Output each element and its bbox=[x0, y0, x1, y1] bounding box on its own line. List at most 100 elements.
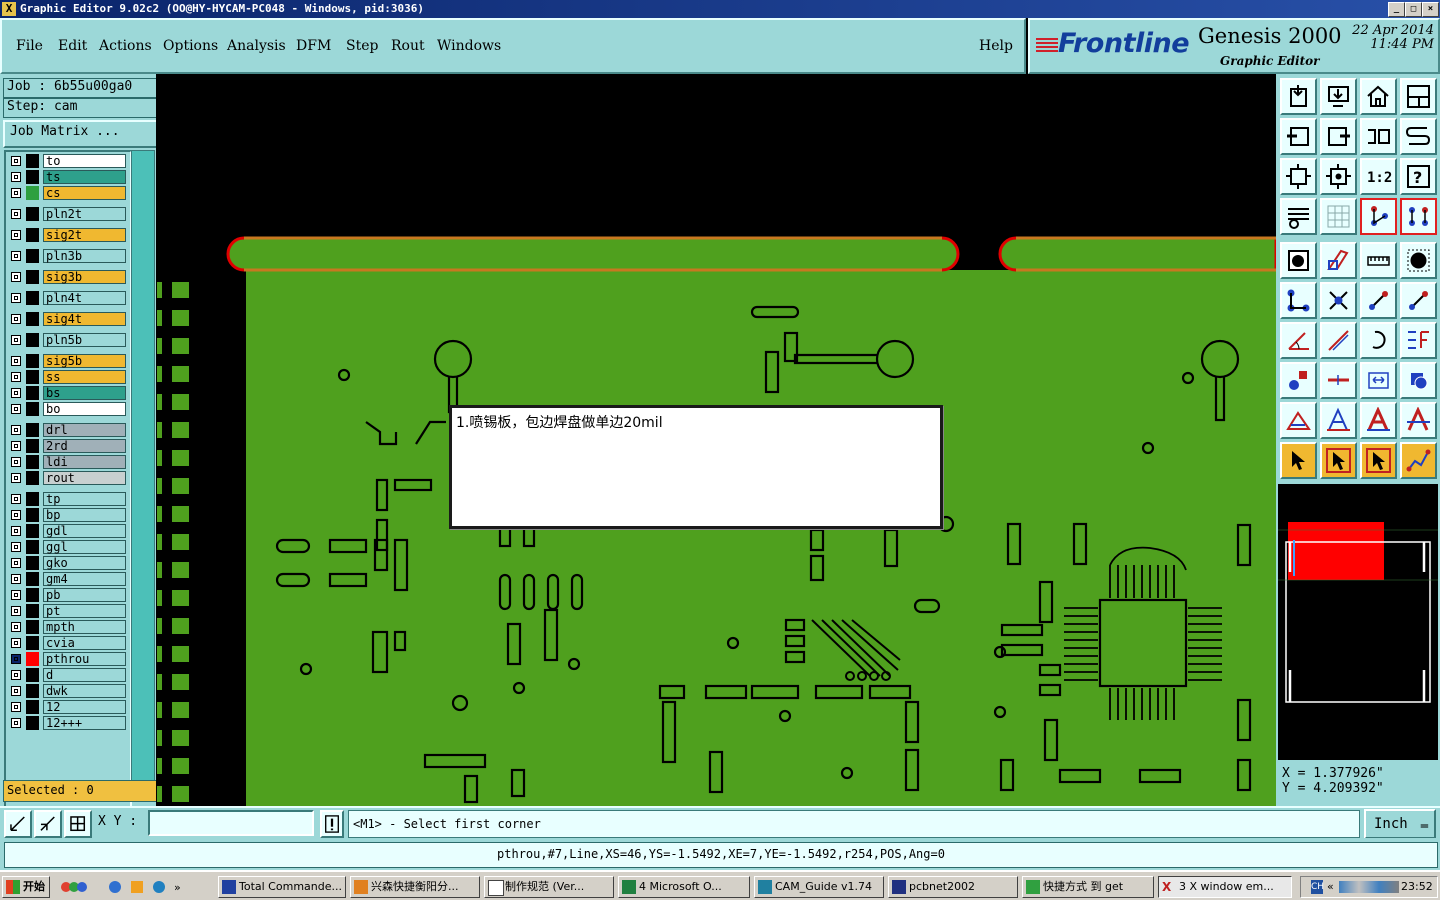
layer-checkbox[interactable] bbox=[11, 404, 21, 414]
layer-name[interactable]: pb bbox=[43, 588, 126, 602]
layer-active-indicator[interactable] bbox=[26, 588, 39, 602]
layer-active-indicator[interactable] bbox=[26, 333, 39, 347]
layer-checkbox[interactable] bbox=[11, 441, 21, 451]
layer-active-indicator[interactable] bbox=[26, 455, 39, 469]
layer-active-indicator[interactable] bbox=[26, 170, 39, 184]
layer-name[interactable]: pln3b bbox=[43, 249, 126, 263]
layer-row-pln4t[interactable]: pln4t bbox=[8, 291, 126, 305]
redraw-icon[interactable] bbox=[1400, 118, 1437, 155]
layer-name[interactable]: to bbox=[43, 154, 126, 168]
task-pcbnet[interactable]: pcbnet2002 bbox=[888, 876, 1018, 898]
layer-name[interactable]: pln2t bbox=[43, 207, 126, 221]
layer-name[interactable]: 12+++ bbox=[43, 716, 126, 730]
layer-row-pln2t[interactable]: pln2t bbox=[8, 207, 126, 221]
select-net-icon[interactable] bbox=[1360, 442, 1397, 479]
graphic-canvas[interactable]: 1.喷锡板，包边焊盘做单边20mil bbox=[156, 74, 1276, 806]
layer-active-indicator[interactable] bbox=[26, 700, 39, 714]
layer-active-indicator[interactable] bbox=[26, 508, 39, 522]
arc-icon[interactable] bbox=[1360, 322, 1397, 359]
layer-row-pln3b[interactable]: pln3b bbox=[8, 249, 126, 263]
layer-row-drl[interactable]: drl bbox=[8, 423, 126, 437]
layer-checkbox[interactable] bbox=[11, 638, 21, 648]
undo-zoom-icon[interactable] bbox=[1360, 118, 1397, 155]
layer-row-pt[interactable]: pt bbox=[8, 604, 126, 618]
copy-shape-icon[interactable] bbox=[1400, 362, 1437, 399]
layer-active-indicator[interactable] bbox=[26, 228, 39, 242]
select-box-icon[interactable] bbox=[1320, 442, 1357, 479]
zoom-in-icon[interactable] bbox=[4, 810, 32, 838]
layer-name[interactable]: gdl bbox=[43, 524, 126, 538]
layer-active-indicator[interactable] bbox=[26, 636, 39, 650]
menu-windows[interactable]: Windows bbox=[437, 38, 501, 54]
close-button[interactable]: × bbox=[1422, 2, 1439, 17]
grid-snap-icon[interactable] bbox=[64, 810, 92, 838]
layer-checkbox[interactable] bbox=[11, 388, 21, 398]
alert-icon[interactable] bbox=[320, 810, 344, 838]
task-spec[interactable]: 制作规范 (Ver... bbox=[484, 876, 614, 898]
layer-checkbox[interactable] bbox=[11, 314, 21, 324]
layer-name[interactable]: 12 bbox=[43, 700, 126, 714]
layer-name[interactable]: sig5b bbox=[43, 354, 126, 368]
layer-row-to[interactable]: to bbox=[8, 154, 126, 168]
layer-checkbox[interactable] bbox=[11, 558, 21, 568]
layer-name[interactable]: ldi bbox=[43, 455, 126, 469]
layer-checkbox[interactable] bbox=[11, 702, 21, 712]
layer-row-mpth[interactable]: mpth bbox=[8, 620, 126, 634]
layer-row-rout[interactable]: rout bbox=[8, 471, 126, 485]
layer-name[interactable]: tp bbox=[43, 492, 126, 506]
flip-icon[interactable] bbox=[1400, 322, 1437, 359]
zoom-out-icon[interactable] bbox=[34, 810, 62, 838]
task-total-commander[interactable]: Total Commande... bbox=[218, 876, 346, 898]
menu-help[interactable]: Help bbox=[979, 38, 1013, 54]
layer-checkbox[interactable] bbox=[11, 670, 21, 680]
layer-row-ldi[interactable]: ldi bbox=[8, 455, 126, 469]
layer-active-indicator[interactable] bbox=[26, 312, 39, 326]
layer-row-gdl[interactable]: gdl bbox=[8, 524, 126, 538]
task-cam-guide[interactable]: CAM_Guide v1.74 bbox=[754, 876, 884, 898]
scale-1-2-icon[interactable]: 1:2 bbox=[1360, 158, 1397, 195]
layer-name[interactable]: pthrou bbox=[43, 652, 126, 666]
overview-map[interactable] bbox=[1278, 484, 1438, 760]
net-view-icon[interactable] bbox=[1360, 198, 1397, 235]
screen-capture-icon[interactable] bbox=[1280, 78, 1317, 115]
maximize-button[interactable]: □ bbox=[1405, 2, 1422, 17]
layer-active-indicator[interactable] bbox=[26, 716, 39, 730]
layer-active-indicator[interactable] bbox=[26, 370, 39, 384]
task-x-window[interactable]: X 3 X window em... bbox=[1158, 876, 1292, 898]
layer-row-pb[interactable]: pb bbox=[8, 588, 126, 602]
layer-name[interactable]: sig4t bbox=[43, 312, 126, 326]
layer-row-bp[interactable]: bp bbox=[8, 508, 126, 522]
layer-checkbox[interactable] bbox=[11, 425, 21, 435]
layer-active-indicator[interactable] bbox=[26, 207, 39, 221]
layer-active-indicator[interactable] bbox=[26, 423, 39, 437]
menu-options[interactable]: Options bbox=[163, 38, 218, 54]
layer-row-12[interactable]: 12 bbox=[8, 700, 126, 714]
layer-checkbox[interactable] bbox=[11, 457, 21, 467]
layer-checkbox[interactable] bbox=[11, 172, 21, 182]
triangle-icon[interactable] bbox=[1280, 402, 1317, 439]
text-a-strike-icon[interactable] bbox=[1400, 402, 1437, 439]
layer-name[interactable]: pln5b bbox=[43, 333, 126, 347]
units-selector[interactable]: Inch ═ bbox=[1364, 809, 1436, 839]
layer-checkbox[interactable] bbox=[11, 293, 21, 303]
layer-active-indicator[interactable] bbox=[26, 249, 39, 263]
layer-checkbox[interactable] bbox=[11, 718, 21, 728]
layer-checkbox[interactable] bbox=[11, 156, 21, 166]
task-microsoft-office[interactable]: 4 Microsoft O... bbox=[618, 876, 750, 898]
layer-checkbox[interactable] bbox=[11, 654, 21, 664]
layer-name[interactable]: pln4t bbox=[43, 291, 126, 305]
layer-row-cs[interactable]: cs bbox=[8, 186, 126, 200]
layer-active-indicator[interactable] bbox=[26, 604, 39, 618]
layer-active-indicator[interactable] bbox=[26, 620, 39, 634]
layer-active-indicator[interactable] bbox=[26, 652, 39, 666]
layer-row-dwk[interactable]: dwk bbox=[8, 684, 126, 698]
layer-checkbox[interactable] bbox=[11, 510, 21, 520]
layer-active-indicator[interactable] bbox=[26, 291, 39, 305]
layer-name[interactable]: bs bbox=[43, 386, 126, 400]
edit-shape-icon[interactable] bbox=[1320, 242, 1357, 279]
layer-settings-icon[interactable] bbox=[1280, 198, 1317, 235]
layer-active-indicator[interactable] bbox=[26, 471, 39, 485]
layer-checkbox[interactable] bbox=[11, 356, 21, 366]
layer-active-indicator[interactable] bbox=[26, 154, 39, 168]
layer-active-indicator[interactable] bbox=[26, 386, 39, 400]
